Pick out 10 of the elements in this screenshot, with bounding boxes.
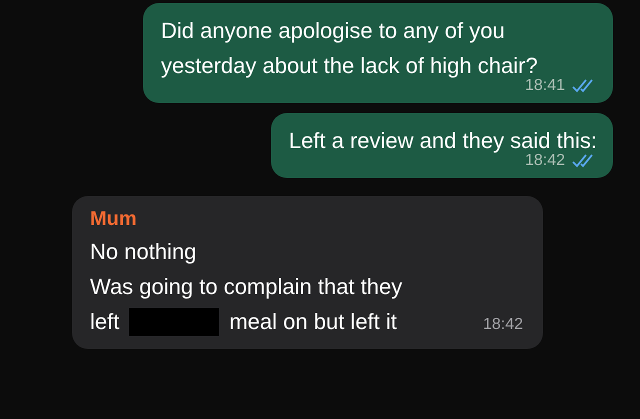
message-time: 18:42 <box>482 315 523 335</box>
message-text: meal on but left it <box>229 308 397 336</box>
message-text: No nothing <box>90 238 198 266</box>
message-time: 18:42 <box>524 152 565 170</box>
message-text: Was going to complain that they <box>90 273 404 301</box>
message-text: left <box>90 308 120 336</box>
message-time: 18:41 <box>524 77 565 95</box>
message-text: Did anyone apologise to any of you yesterday about the lack of high chair? <box>161 17 539 78</box>
message-text: Left a review and they said this: <box>288 127 597 154</box>
sender-name: Mum <box>90 207 138 232</box>
